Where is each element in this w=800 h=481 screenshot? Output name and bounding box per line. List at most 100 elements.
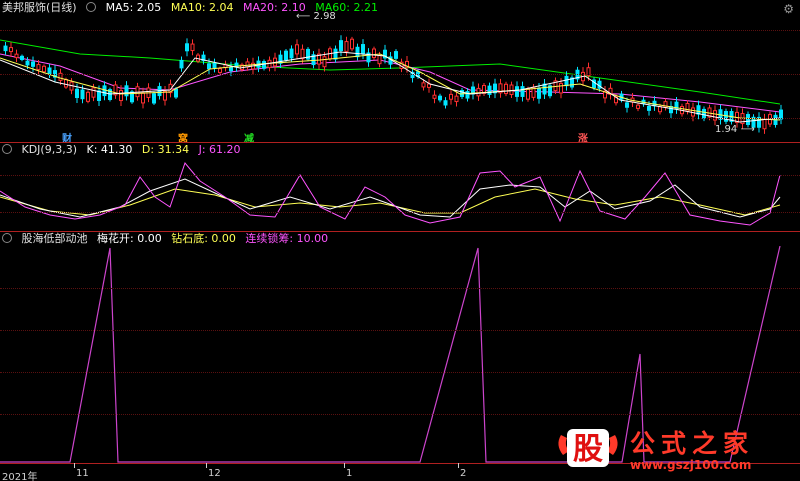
candle-body <box>465 91 470 99</box>
kdj-chart[interactable] <box>0 157 800 231</box>
candle-body <box>449 93 453 100</box>
kdj-j-value: J: 61.20 <box>198 143 241 156</box>
candle-body <box>377 55 382 65</box>
watermark-logo: 股 <box>558 429 618 467</box>
candle-body <box>542 83 547 95</box>
candle-body <box>339 40 343 52</box>
kdj-panel-header: KDJ(9,3,3) K: 41.30 D: 31.34 J: 61.20 <box>2 143 247 157</box>
candle-body <box>124 85 129 97</box>
watermark-url: www.gszj100.com <box>630 458 752 472</box>
indicator-panel-header: 股海低部动池 梅花开: 0.00 钻石底: 0.00 连续锁筹: 10.00 <box>2 232 334 246</box>
grid-line <box>0 288 800 289</box>
indicator-v1: 梅花开: 0.00 <box>97 232 162 245</box>
indicator-name[interactable]: 股海低部动池 <box>22 232 88 245</box>
ma5-value: MA5: 2.05 <box>105 1 162 14</box>
candle-body <box>207 63 211 70</box>
candle-body <box>454 95 459 103</box>
candle-body <box>625 102 629 108</box>
watermark-text: 公式之家 <box>630 429 755 458</box>
candle-body <box>97 90 101 101</box>
candle-body <box>75 88 79 99</box>
time-axis-label: 1 <box>346 468 353 479</box>
grid-line <box>0 118 800 119</box>
candle-body <box>509 84 514 96</box>
candle-body <box>284 50 288 61</box>
time-axis-tick <box>206 463 207 468</box>
candle-body <box>80 89 85 100</box>
candle-body <box>504 83 508 95</box>
candle-body <box>361 44 365 55</box>
kdj-d-value: D: 31.34 <box>141 143 190 156</box>
candle-body <box>9 47 13 53</box>
kdj-j-line <box>0 161 781 226</box>
candle-body <box>31 61 35 67</box>
candle-body <box>564 75 569 87</box>
stock-name[interactable]: 美邦服饰(日线) <box>2 1 77 14</box>
candle-body <box>141 92 145 104</box>
candle-body <box>190 43 195 52</box>
stock-chart-window: 美邦服饰(日线) MA5: 2.05 MA10: 2.04 MA20: 2.10… <box>0 0 800 481</box>
candle-body <box>520 86 525 97</box>
settings-circle-icon[interactable] <box>2 144 12 154</box>
time-axis-label: 11 <box>76 468 89 479</box>
candle-body <box>119 90 123 102</box>
candle-body <box>350 38 354 50</box>
candle-body <box>289 48 294 59</box>
candle-body <box>476 87 481 97</box>
candle-body <box>515 86 519 97</box>
candle-body <box>526 88 530 100</box>
candle-body <box>702 108 706 119</box>
candle-body <box>91 87 96 98</box>
indicator-v3: 连续锁筹: 10.00 <box>245 232 329 245</box>
candle-body <box>762 118 767 130</box>
candle-body <box>438 95 442 101</box>
candle-body <box>86 91 90 102</box>
candle-body <box>333 48 338 60</box>
candle-body <box>174 88 178 98</box>
candle-body <box>300 48 305 60</box>
grid-line <box>0 212 800 213</box>
time-axis-tick <box>458 463 459 468</box>
candle-body <box>322 56 327 68</box>
candle-body <box>443 100 448 106</box>
candle-body <box>344 41 349 52</box>
low-price-label: 1.94 ⟶ <box>715 124 755 135</box>
candle-body <box>394 51 398 59</box>
time-axis-label: 2 <box>460 468 467 479</box>
candle-body <box>487 85 492 95</box>
candle-body <box>746 113 750 125</box>
candle-body <box>64 79 68 88</box>
grid-line <box>0 74 800 75</box>
grid-line <box>0 414 800 415</box>
candle-body <box>102 85 107 97</box>
candle-body <box>355 46 360 58</box>
indicator-v2: 钻石底: 0.00 <box>171 232 236 245</box>
candle-body <box>152 93 156 104</box>
candle-body <box>20 55 24 60</box>
ma10-value: MA10: 2.04 <box>170 1 234 14</box>
candle-body <box>432 94 437 99</box>
candle-body <box>421 82 426 88</box>
price-chart[interactable] <box>0 14 800 142</box>
settings-circle-icon[interactable] <box>2 233 12 243</box>
grid-line <box>0 330 800 331</box>
candle-body <box>218 68 222 73</box>
candle-body <box>179 59 184 69</box>
candle-body <box>636 104 640 109</box>
candle-body <box>185 43 189 52</box>
candle-body <box>3 45 8 52</box>
candle-body <box>372 48 376 59</box>
grid-line <box>0 372 800 373</box>
kdj-name[interactable]: KDJ(9,3,3) <box>22 143 78 156</box>
candle-body <box>36 64 41 70</box>
time-axis-label: 2021年 <box>2 472 38 481</box>
candle-body <box>647 105 651 111</box>
candle-body <box>42 65 46 73</box>
candle-body <box>295 44 299 55</box>
candle-body <box>696 105 701 115</box>
candle-body <box>658 106 662 113</box>
high-price-label: ⟵ 2.98 <box>296 11 336 22</box>
candle-body <box>14 53 19 59</box>
grid-line <box>0 175 800 176</box>
settings-circle-icon[interactable] <box>86 2 97 12</box>
